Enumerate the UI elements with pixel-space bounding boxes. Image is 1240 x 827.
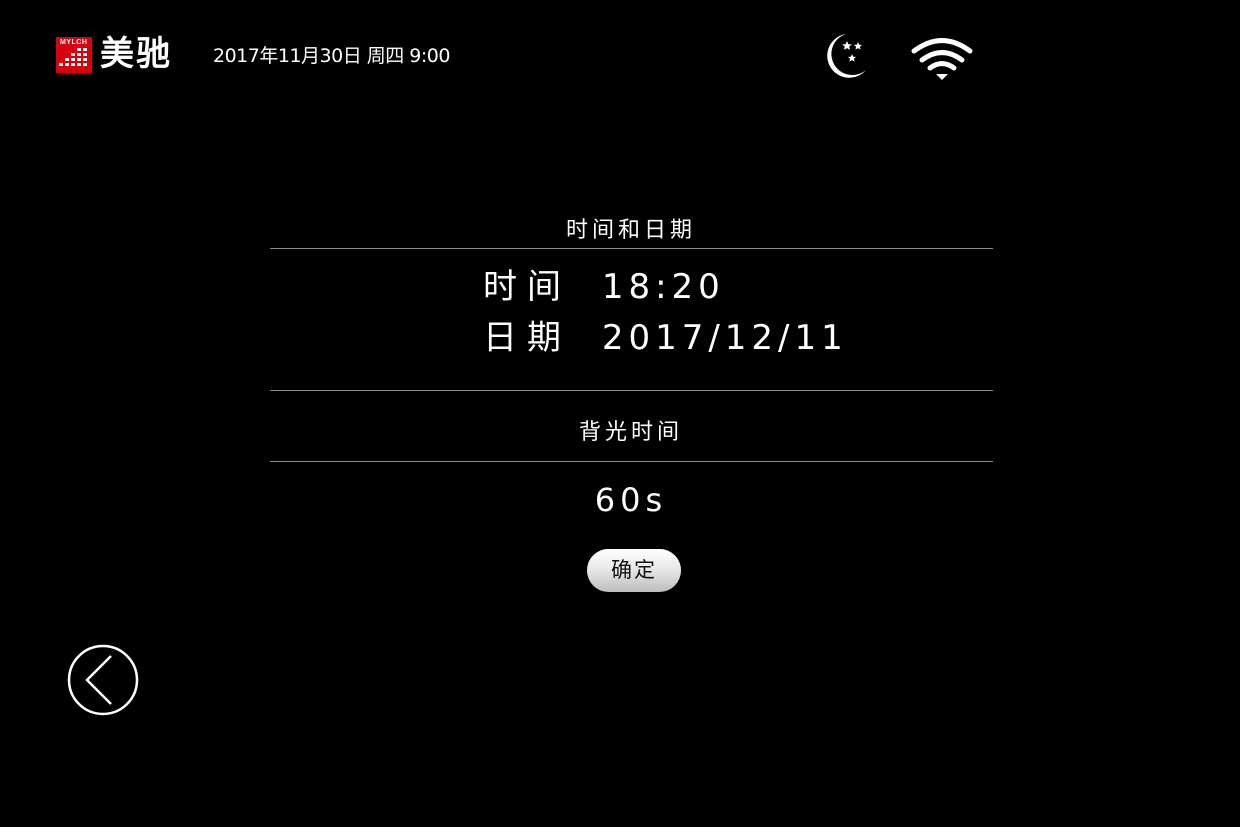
logo-small-text: MYLCH (60, 39, 88, 46)
backlight-section-title: 背光时间 (578, 420, 683, 445)
divider-middle (270, 390, 993, 391)
time-row: 时间 18:20 (483, 267, 725, 307)
date-row: 日期 2017/12/11 (483, 318, 848, 358)
time-date-section-title: 时间和日期 (565, 218, 696, 243)
brand-name: 美驰 (100, 34, 172, 74)
divider-bottom (270, 461, 993, 462)
header-datetime: 2017年11月30日 周四 9:00 (213, 45, 450, 67)
moon-stars-icon[interactable] (822, 30, 872, 80)
time-value[interactable]: 18:20 (602, 267, 725, 307)
confirm-button[interactable]: 确定 (587, 549, 681, 592)
time-label: 时间 (483, 267, 571, 307)
date-label: 日期 (483, 318, 571, 358)
divider-top (270, 248, 993, 249)
back-button-icon[interactable] (67, 644, 139, 716)
backlight-value[interactable]: 60s (270, 480, 992, 520)
date-value[interactable]: 2017/12/11 (602, 318, 848, 358)
brand-logo: MYLCH (56, 37, 92, 73)
logo-grid-icon (59, 48, 87, 66)
wifi-icon[interactable] (910, 36, 974, 82)
